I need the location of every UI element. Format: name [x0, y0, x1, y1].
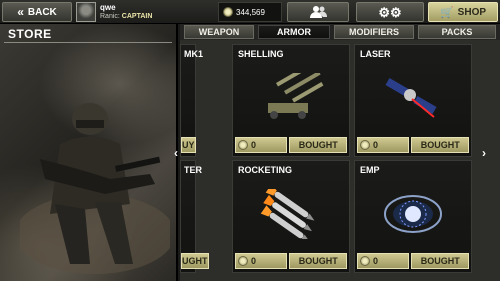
buy-button[interactable]: UY [181, 137, 196, 153]
back-button[interactable]: « BACK [2, 2, 72, 22]
emp-orb-image [355, 177, 471, 250]
item-grid: MK1 UY SHELLING 0 BOUGHT LASER 0 BOUGHT … [174, 40, 500, 281]
item-card-mk1[interactable]: MK1 UY [180, 44, 203, 157]
store-title: STORE [8, 27, 52, 41]
price-button[interactable]: 0 [235, 253, 288, 269]
friends-button[interactable] [287, 2, 349, 22]
category-tabs: WEAPON ARMOR MODIFIERS PACKS [180, 24, 500, 40]
coin-icon [360, 256, 370, 266]
price-button[interactable]: 0 [235, 137, 288, 153]
price-value: 0 [251, 256, 257, 266]
avatar [76, 2, 96, 22]
rank-prefix: Ranic: [100, 13, 120, 20]
bought-button[interactable]: BOUGHT [411, 137, 469, 153]
player-name: qwe [100, 3, 116, 12]
divider [4, 42, 172, 43]
store-panel: STORE [0, 24, 178, 281]
price-value: 0 [251, 140, 257, 150]
top-bar: « BACK qwe Ranic: CAPTAIN 344,569 ⚙⚙ 🛒 S… [0, 0, 500, 24]
item-label: EMP [360, 165, 380, 175]
price-button[interactable]: 0 [357, 137, 410, 153]
bought-button[interactable]: BOUGHT [289, 253, 347, 269]
cart-icon: 🛒 [439, 6, 454, 19]
laser-satellite-image [355, 61, 471, 134]
coin-icon [238, 140, 248, 150]
gears-icon: ⚙⚙ [378, 4, 402, 20]
money-display: 344,569 [218, 2, 282, 22]
settings-button[interactable]: ⚙⚙ [356, 2, 424, 22]
item-label: TER [184, 165, 202, 175]
price-value: 0 [373, 256, 379, 266]
friends-icon [310, 6, 327, 18]
tab-weapon[interactable]: WEAPON [184, 25, 254, 39]
price-value: 0 [373, 140, 379, 150]
double-chevron-left-icon: « [17, 5, 24, 19]
coin-icon [223, 7, 233, 17]
back-label: BACK [27, 6, 57, 18]
scroll-right-arrow[interactable]: › [482, 146, 486, 160]
item-card-emp[interactable]: EMP 0 BOUGHT [354, 160, 472, 273]
item-label: LASER [360, 49, 391, 59]
price-button[interactable]: 0 [357, 253, 410, 269]
soldier-image [20, 103, 170, 274]
item-label: MK1 [184, 49, 204, 59]
shelling-image [233, 61, 349, 134]
player-rank: Ranic: CAPTAIN [100, 12, 152, 21]
shop-button[interactable]: 🛒 SHOP [428, 2, 498, 22]
item-card-shelling[interactable]: SHELLING 0 BOUGHT [232, 44, 350, 157]
bought-button[interactable]: UGHT [181, 253, 209, 269]
money-value: 344,569 [236, 7, 265, 17]
coin-icon [238, 256, 248, 266]
item-label: ROCKETING [238, 165, 292, 175]
player-info: qwe Ranic: CAPTAIN [76, 1, 214, 23]
item-card-ter[interactable]: TER UGHT [180, 160, 209, 273]
item-label: SHELLING [238, 49, 284, 59]
item-card-rocketing[interactable]: ROCKETING 0 BOUGHT [232, 160, 350, 273]
item-card-laser[interactable]: LASER 0 BOUGHT [354, 44, 472, 157]
tab-armor[interactable]: ARMOR [258, 25, 330, 39]
bought-button[interactable]: BOUGHT [289, 137, 347, 153]
rockets-image [233, 177, 349, 250]
tab-packs[interactable]: PACKS [418, 25, 496, 39]
rank-value: CAPTAIN [121, 13, 153, 20]
tab-modifiers[interactable]: MODIFIERS [334, 25, 414, 39]
coin-icon [360, 140, 370, 150]
bought-button[interactable]: BOUGHT [411, 253, 469, 269]
scroll-left-arrow[interactable]: ‹ [174, 146, 178, 160]
shop-label: SHOP [457, 6, 487, 18]
